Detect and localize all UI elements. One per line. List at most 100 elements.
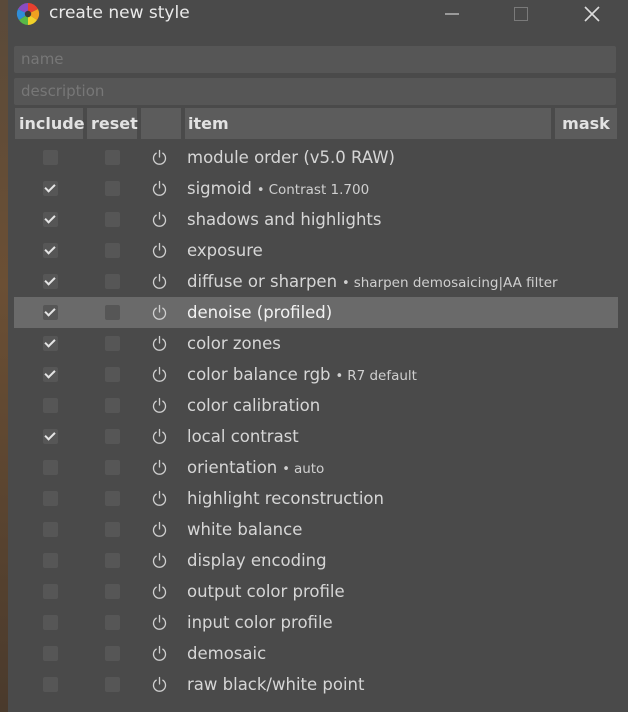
table-row[interactable]: input color profile [14,607,618,638]
power-icon [151,428,168,445]
bullet-separator: • [335,369,344,384]
reset-checkbox[interactable] [105,460,120,475]
item-label: white balance [187,514,302,545]
module-list: module order (v5.0 RAW) sigmoid • Contrast … [14,142,618,700]
include-checkbox[interactable] [43,212,58,227]
include-checkbox[interactable] [43,553,58,568]
title-bar: create new style [8,0,628,28]
power-icon [151,211,168,228]
power-icon [151,645,168,662]
module-name: raw black/white point [187,675,365,694]
reset-checkbox[interactable] [105,553,120,568]
bullet-separator: • [342,276,350,291]
reset-checkbox[interactable] [105,677,120,692]
power-icon [151,583,168,600]
enabled-column-header[interactable] [140,108,182,140]
include-checkbox[interactable] [43,491,58,506]
reset-checkbox[interactable] [105,212,120,227]
item-label: color balance rgb • R7 default [187,359,417,390]
table-row[interactable]: display encoding [14,545,618,576]
power-icon [151,335,168,352]
item-label: shadows and highlights [187,204,382,235]
item-label: denoise (profiled) [187,297,332,328]
table-row[interactable]: highlight reconstruction [14,483,618,514]
include-checkbox[interactable] [43,646,58,661]
reset-checkbox[interactable] [105,150,120,165]
include-checkbox[interactable] [43,305,58,320]
include-checkbox[interactable] [43,677,58,692]
include-checkbox[interactable] [43,398,58,413]
power-icon [151,149,168,166]
reset-checkbox[interactable] [105,429,120,444]
reset-checkbox[interactable] [105,398,120,413]
include-checkbox[interactable] [43,429,58,444]
table-row[interactable]: white balance [14,514,618,545]
module-name: diffuse or sharpen [187,272,338,291]
power-icon [151,273,168,290]
description-field[interactable]: description [14,78,616,105]
module-name: color balance rgb [187,365,331,384]
item-label: demosaic [187,638,266,669]
include-checkbox[interactable] [43,181,58,196]
module-name: input color profile [187,613,333,632]
reset-checkbox[interactable] [105,305,120,320]
item-label: highlight reconstruction [187,483,384,514]
reset-checkbox[interactable] [105,243,120,258]
item-label: diffuse or sharpen • sharpen demosaicing|A… [187,266,558,297]
item-column-header[interactable]: item [184,108,552,140]
minimize-button[interactable] [424,0,480,28]
reset-checkbox[interactable] [105,336,120,351]
include-checkbox[interactable] [43,243,58,258]
table-row[interactable]: denoise (profiled) [14,297,618,328]
table-row[interactable]: sigmoid • Contrast 1.700 [14,173,618,204]
reset-checkbox[interactable] [105,615,120,630]
bullet-separator: • [256,183,265,198]
close-button[interactable] [564,0,620,28]
reset-column-header[interactable]: reset [86,108,138,140]
table-row[interactable]: exposure [14,235,618,266]
table-row[interactable]: module order (v5.0 RAW) [14,142,618,173]
item-label: module order (v5.0 RAW) [187,142,395,173]
table-row[interactable]: color calibration [14,390,618,421]
table-row[interactable]: local contrast [14,421,618,452]
close-icon [584,6,600,22]
reset-checkbox[interactable] [105,646,120,661]
table-row[interactable]: demosaic [14,638,618,669]
table-row[interactable]: output color profile [14,576,618,607]
include-checkbox[interactable] [43,460,58,475]
include-checkbox[interactable] [43,584,58,599]
power-icon [151,552,168,569]
include-checkbox[interactable] [43,150,58,165]
power-icon [151,676,168,693]
include-column-header[interactable]: include [14,108,85,140]
power-icon [151,366,168,383]
include-checkbox[interactable] [43,336,58,351]
table-row[interactable]: shadows and highlights [14,204,618,235]
table-header: include reset item mask [14,108,618,140]
item-label: exposure [187,235,263,266]
table-row[interactable]: color zones [14,328,618,359]
include-checkbox[interactable] [43,274,58,289]
mask-column-header[interactable]: mask [554,108,618,140]
table-row[interactable]: orientation • auto [14,452,618,483]
module-name: exposure [187,241,263,260]
reset-checkbox[interactable] [105,274,120,289]
table-row[interactable]: raw black/white point [14,669,618,700]
table-row[interactable]: color balance rgb • R7 default [14,359,618,390]
name-field[interactable]: name [14,46,616,73]
power-icon [151,459,168,476]
include-checkbox[interactable] [43,615,58,630]
maximize-button[interactable] [493,0,549,28]
reset-checkbox[interactable] [105,367,120,382]
item-label: raw black/white point [187,669,364,700]
item-label: sigmoid • Contrast 1.700 [187,173,369,204]
item-label: input color profile [187,607,333,638]
reset-checkbox[interactable] [105,181,120,196]
reset-checkbox[interactable] [105,491,120,506]
reset-checkbox[interactable] [105,522,120,537]
reset-checkbox[interactable] [105,584,120,599]
include-checkbox[interactable] [43,522,58,537]
power-icon [151,304,168,321]
table-row[interactable]: diffuse or sharpen • sharpen demosaicing|A… [14,266,618,297]
include-checkbox[interactable] [43,367,58,382]
